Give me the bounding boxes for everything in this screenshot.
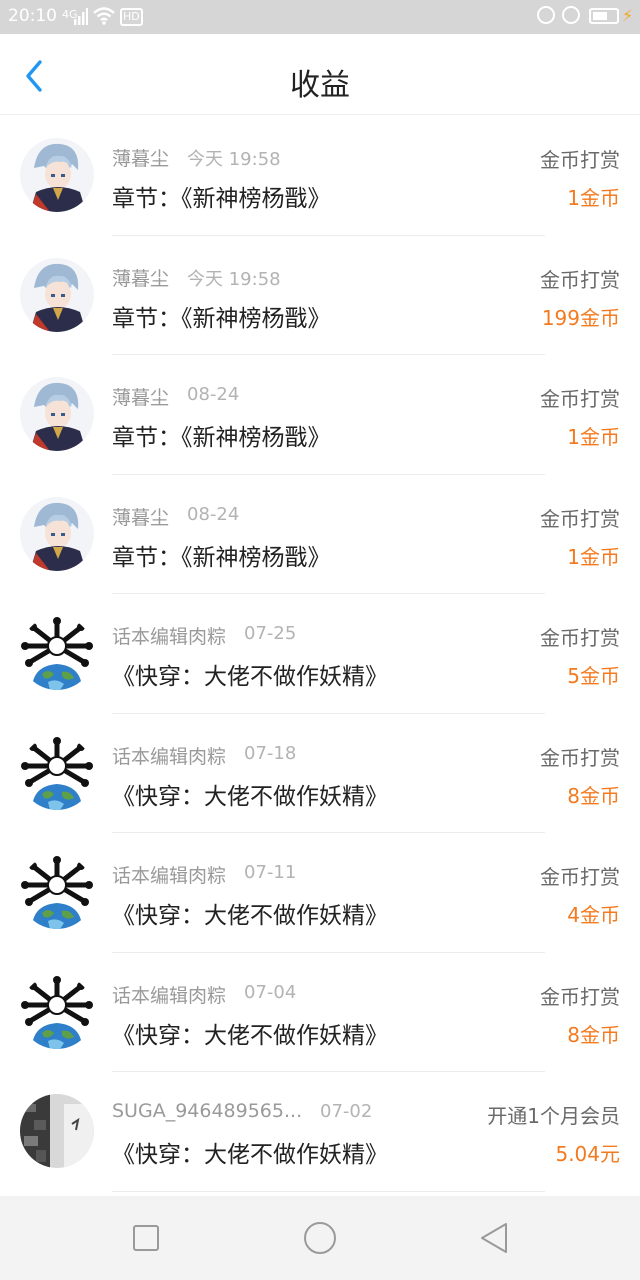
reward-type: 金币打赏	[540, 506, 620, 531]
signal-icon	[74, 8, 88, 25]
avatar[interactable]	[20, 1094, 94, 1168]
sender-name: 薄暮尘	[112, 267, 170, 290]
reward-amount: 1金币	[567, 544, 620, 569]
work-title: 《快穿：大佬不做作妖精》	[112, 1142, 388, 1168]
work-title: 《快穿：大佬不做作妖精》	[112, 903, 388, 929]
timestamp: 今天 19:58	[187, 268, 281, 290]
avatar[interactable]	[20, 257, 94, 332]
circle-icon[interactable]	[300, 1218, 340, 1258]
list-item[interactable]: 话本编辑肉粽 07-11 《快穿：大佬不做作妖精》 金币打赏 4金币	[0, 833, 640, 953]
work-title: 章节：《新神榜杨戬》	[112, 544, 331, 571]
timestamp: 08-24	[187, 384, 240, 405]
reward-amount: 8金币	[567, 1022, 620, 1047]
sender-name: 话本编辑肉粽	[112, 745, 227, 768]
avatar[interactable]	[20, 496, 94, 571]
sender-name: 薄暮尘	[112, 387, 170, 409]
sender-name: SUGA_946489565...	[112, 1100, 303, 1122]
reward-amount: 1金币	[567, 425, 620, 449]
reward-amount: 5金币	[567, 664, 620, 688]
timestamp: 08-24	[187, 503, 240, 525]
reward-type: 金币打赏	[540, 148, 620, 172]
list-item[interactable]: 薄暮尘 今天 19:58 章节：《新神榜杨戬》 金币打赏 199金币	[0, 236, 640, 355]
square-icon[interactable]	[126, 1218, 166, 1258]
reward-type: 金币打赏	[540, 626, 620, 650]
list-item[interactable]: 话本编辑肉粽 07-25 《快穿：大佬不做作妖精》 金币打赏 5金币	[0, 594, 640, 714]
reward-amount: 8金币	[567, 783, 620, 808]
hd-badge: HD	[120, 8, 143, 26]
reward-amount: 199金币	[541, 305, 620, 330]
alarm-icon	[562, 6, 580, 24]
system-nav-bar	[0, 1196, 640, 1280]
list-item[interactable]: 薄暮尘 08-24 章节：《新神榜杨戬》 金币打赏 1金币	[0, 355, 640, 475]
timestamp: 07-25	[244, 623, 297, 644]
reward-type: 金币打赏	[540, 984, 620, 1009]
sender-name: 话本编辑肉粽	[112, 984, 227, 1007]
charging-icon: ⚡	[622, 6, 634, 25]
page-title: 收益	[290, 68, 350, 103]
work-title: 《快穿：大佬不做作妖精》	[112, 664, 388, 690]
reward-amount: 4金币	[567, 903, 620, 927]
timestamp: 今天 19:58	[187, 149, 281, 170]
list-item[interactable]: SUGA_946489565... 07-02 《快穿：大佬不做作妖精》 开通1个月会…	[0, 1072, 640, 1192]
reward-type: 开通1个月会员	[487, 1104, 620, 1128]
status-time: 20:10	[8, 6, 57, 26]
battery-icon	[589, 8, 619, 24]
reward-type: 金币打赏	[540, 745, 620, 770]
list-item[interactable]: 薄暮尘 08-24 章节：《新神榜杨戬》 金币打赏 1金币	[0, 475, 640, 594]
work-title: 章节：《新神榜杨戬》	[112, 425, 331, 451]
divider	[112, 1190, 545, 1192]
app-header: 收益	[0, 34, 640, 115]
avatar[interactable]	[20, 377, 94, 451]
reward-type: 金币打赏	[540, 865, 620, 889]
sender-name: 话本编辑肉粽	[112, 865, 227, 887]
sender-name: 薄暮尘	[112, 148, 170, 170]
reward-type: 金币打赏	[540, 387, 620, 411]
sender-name: 薄暮尘	[112, 506, 170, 529]
data-saver-icon	[537, 6, 555, 24]
avatar[interactable]	[20, 616, 94, 690]
avatar[interactable]	[20, 855, 94, 929]
triangle-back-icon[interactable]	[474, 1218, 514, 1258]
list-item[interactable]: 话本编辑肉粽 07-18 《快穿：大佬不做作妖精》 金币打赏 8金币	[0, 714, 640, 833]
reward-amount: 5.04元	[555, 1142, 620, 1166]
wifi-icon	[93, 7, 115, 25]
work-title: 《快穿：大佬不做作妖精》	[112, 1022, 388, 1049]
status-bar: 20:10 4G HD ⚡	[0, 0, 640, 34]
work-title: 《快穿：大佬不做作妖精》	[112, 783, 388, 810]
earnings-list: 薄暮尘 今天 19:58 章节：《新神榜杨戬》 金币打赏 1金币 薄暮尘 今天 19:58 章…	[0, 116, 640, 1192]
list-item[interactable]: 薄暮尘 今天 19:58 章节：《新神榜杨戬》 金币打赏 1金币	[0, 116, 640, 236]
sender-name: 话本编辑肉粽	[112, 626, 227, 648]
work-title: 章节：《新神榜杨戬》	[112, 305, 331, 332]
work-title: 章节：《新神榜杨戬》	[112, 186, 331, 212]
avatar[interactable]	[20, 138, 94, 212]
timestamp: 07-02	[320, 1101, 373, 1122]
timestamp: 07-04	[244, 981, 297, 1003]
list-item[interactable]: 话本编辑肉粽 07-04 《快穿：大佬不做作妖精》 金币打赏 8金币	[0, 953, 640, 1072]
avatar[interactable]	[20, 735, 94, 810]
timestamp: 07-11	[244, 862, 297, 883]
reward-type: 金币打赏	[540, 267, 620, 292]
avatar[interactable]	[20, 974, 94, 1049]
reward-amount: 1金币	[567, 186, 620, 210]
timestamp: 07-18	[244, 742, 297, 764]
